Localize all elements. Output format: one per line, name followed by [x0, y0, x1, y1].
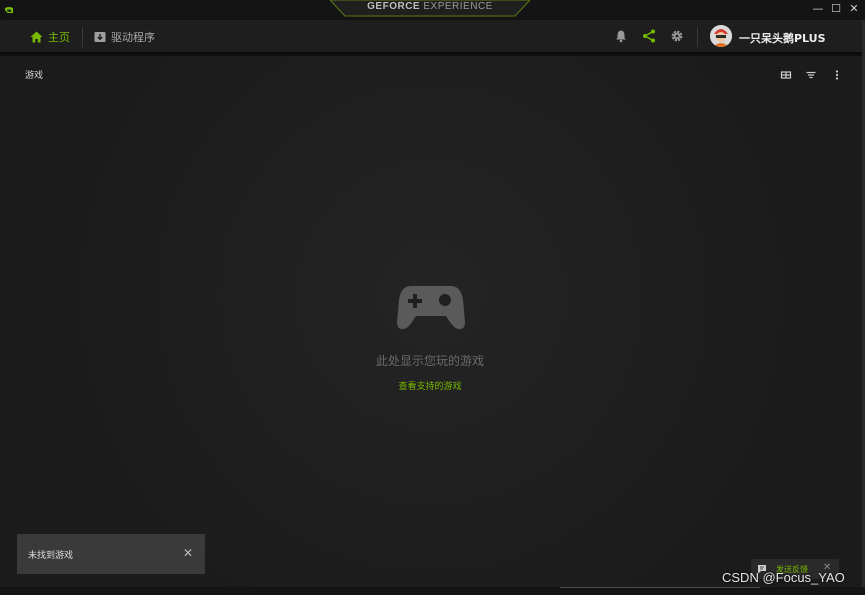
username[interactable]: 一只呆头鹅PLUS: [739, 30, 826, 46]
maximize-button[interactable]: ☐: [827, 1, 845, 17]
user-avatar-image: [710, 25, 732, 47]
title-bar[interactable]: GEFORCE EXPERIENCE — ☐ ✕: [0, 0, 865, 20]
no-games-toast: 未找到游戏 ✕: [17, 534, 205, 574]
nav-divider: [82, 27, 83, 47]
nav-divider: [697, 27, 698, 47]
drivers-icon: [94, 32, 106, 42]
close-icon[interactable]: ✕: [182, 547, 194, 559]
bell-icon[interactable]: [614, 29, 628, 43]
nav-drivers-label: 驱动程序: [111, 31, 155, 44]
share-icon[interactable]: [642, 29, 656, 43]
supported-games-link[interactable]: 查看支持的游戏: [350, 379, 510, 392]
grid-view-icon[interactable]: [780, 69, 792, 81]
top-nav-bar: 主页 驱动程序 一只呆头鹅PLUS: [0, 20, 865, 54]
empty-state-message: 此处显示您玩的游戏: [375, 354, 484, 368]
bottom-border: [0, 587, 865, 595]
more-icon[interactable]: [831, 69, 843, 81]
minimize-button[interactable]: —: [809, 1, 827, 17]
nav-home-label: 主页: [48, 31, 70, 44]
avatar[interactable]: [710, 25, 732, 47]
filter-icon[interactable]: [805, 69, 817, 81]
home-icon: [30, 31, 43, 43]
gamepad-icon: [397, 286, 465, 330]
bottom-highlight: [560, 587, 760, 588]
brand-title-light: EXPERIENCE: [423, 1, 493, 12]
watermark: CSDN @Focus_YAO: [722, 570, 845, 585]
section-title-games: 游戏: [25, 71, 44, 81]
close-window-button[interactable]: ✕: [845, 1, 863, 17]
main-content: 游戏 此处显示您玩的游戏 查看支持的游戏: [0, 56, 862, 587]
brand-title: GEFORCE EXPERIENCE: [330, 1, 530, 12]
gear-icon[interactable]: [670, 29, 684, 43]
nav-home-tab[interactable]: 主页: [30, 28, 70, 46]
brand-title-bold: GEFORCE: [367, 1, 421, 12]
nav-drivers-tab[interactable]: 驱动程序: [94, 28, 155, 46]
nvidia-logo-icon: [5, 7, 13, 13]
toast-message: 未找到游戏: [28, 551, 74, 561]
